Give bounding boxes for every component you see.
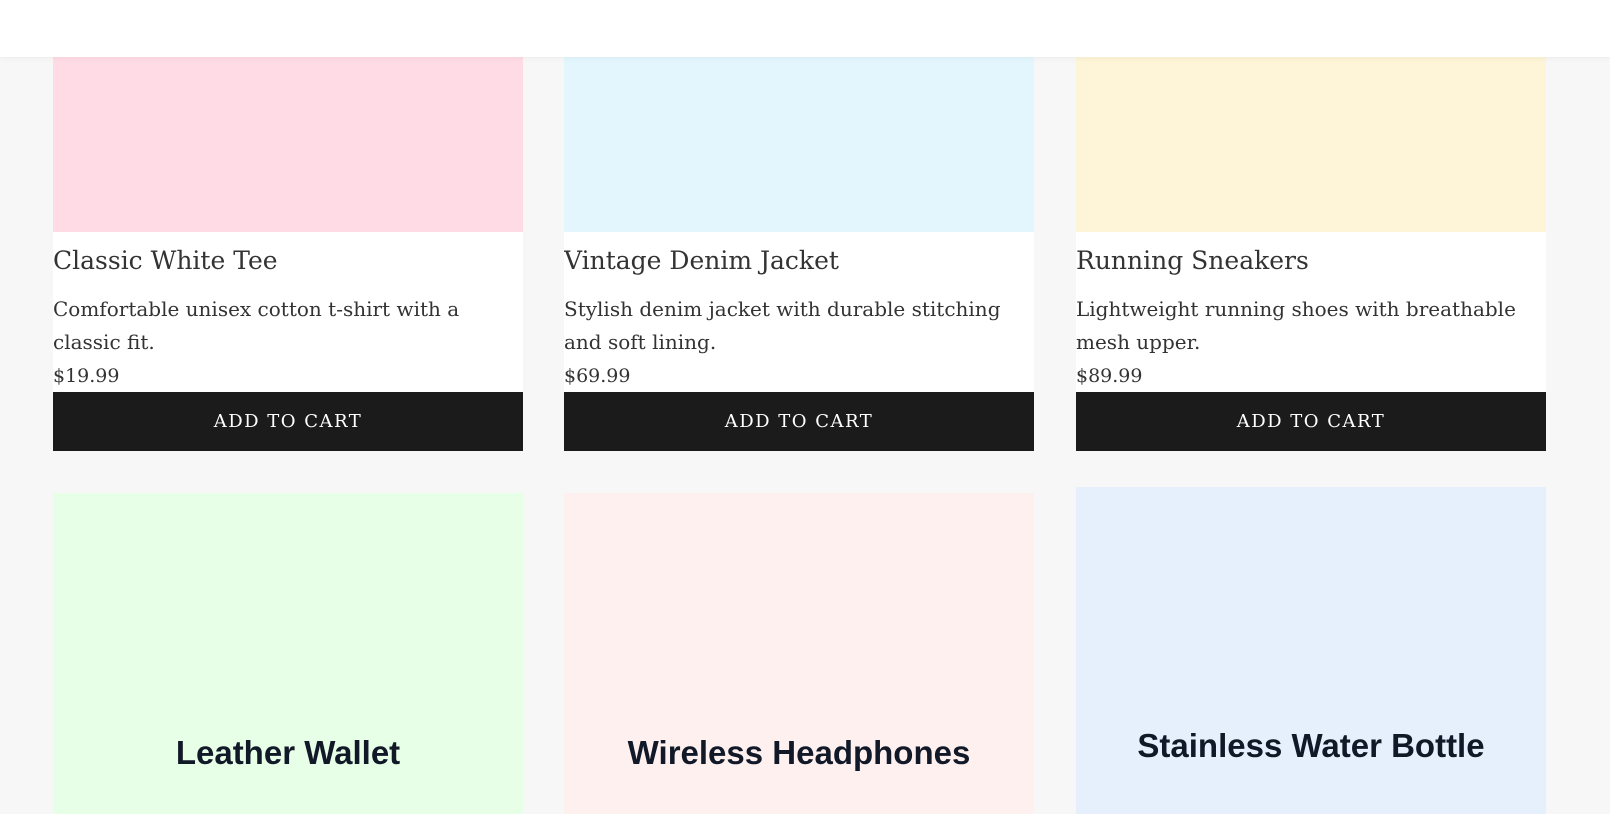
product-description: Comfortable unisex cotton t-shirt with a… xyxy=(53,297,460,354)
product-image-title: Wireless Headphones xyxy=(627,734,971,771)
product-title: Classic White Tee xyxy=(53,246,278,275)
product-card: Vintage Denim Jacket Stylish denim jacke… xyxy=(564,0,1034,451)
top-bar xyxy=(0,0,1610,57)
add-to-cart-button[interactable]: ADD TO CART xyxy=(564,392,1034,451)
product-description: Stylish denim jacket with durable stitch… xyxy=(564,297,1001,354)
product-image-title: Stainless Water Bottle xyxy=(1137,727,1485,764)
add-to-cart-button[interactable]: ADD TO CART xyxy=(53,392,523,451)
add-to-cart-button[interactable]: ADD TO CART xyxy=(1076,392,1546,451)
product-card: Stainless Water Bottle xyxy=(1076,487,1546,814)
product-title: Vintage Denim Jacket xyxy=(564,246,839,275)
product-image-title: Leather Wallet xyxy=(175,734,401,771)
product-card: Classic White Tee Comfortable unisex cot… xyxy=(53,0,523,451)
product-card: Leather Wallet xyxy=(53,493,523,814)
product-card: Running Sneakers Lightweight running sho… xyxy=(1076,0,1546,451)
product-price: $69.99 xyxy=(564,365,631,387)
product-card: Wireless Headphones xyxy=(564,493,1034,814)
product-description: Lightweight running shoes with breathabl… xyxy=(1076,297,1516,354)
product-price: $19.99 xyxy=(53,365,120,387)
product-price: $89.99 xyxy=(1076,365,1143,387)
product-title: Running Sneakers xyxy=(1076,246,1309,275)
